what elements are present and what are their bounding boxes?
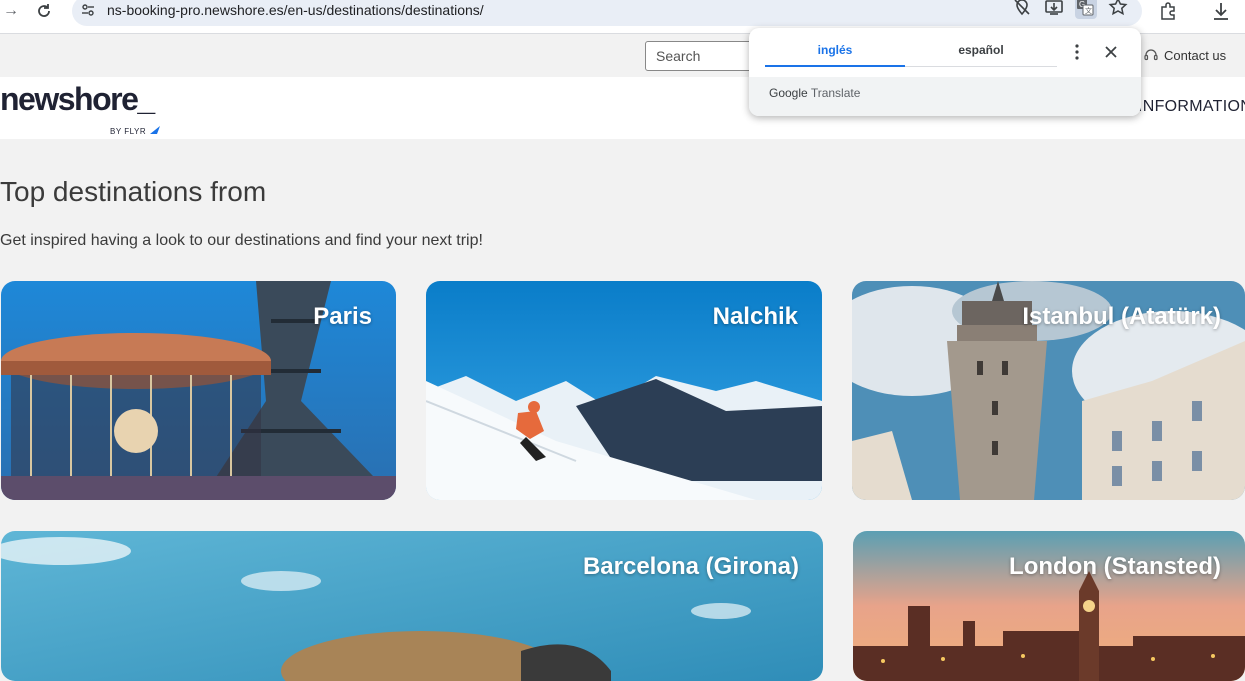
address-bar[interactable]: ns-booking-pro.newshore.es/en-us/destina… <box>72 0 1142 26</box>
destination-name-barcelona: Barcelona (Girona) <box>582 553 799 580</box>
extensions-icon[interactable] <box>1158 1 1180 23</box>
destination-card-nalchik[interactable]: Nalchik <box>426 281 822 500</box>
translate-popup: inglés español Google Translate <box>749 28 1141 116</box>
flyr-wing-icon <box>149 126 160 134</box>
site-search[interactable] <box>645 41 765 71</box>
logo-text: newshore_ <box>0 81 155 117</box>
url-text[interactable]: ns-booking-pro.newshore.es/en-us/destina… <box>107 2 484 18</box>
newshore-logo[interactable]: newshore_ BY FLYR <box>0 81 160 136</box>
logo-subtext-label: BY FLYR <box>110 127 147 136</box>
location-off-icon[interactable] <box>1012 0 1034 19</box>
destination-name-istanbul: Istanbul (Atatürk) <box>1022 303 1221 330</box>
svg-text:文: 文 <box>1085 6 1092 15</box>
destination-name-nalchik: Nalchik <box>712 303 798 330</box>
logo-subtext: BY FLYR <box>110 125 161 136</box>
tab-target-language[interactable]: español <box>911 36 1051 67</box>
destination-card-istanbul[interactable]: Istanbul (Atatürk) <box>852 281 1245 500</box>
destination-name-london: London (Stansted) <box>1009 553 1221 580</box>
bookmark-star-icon[interactable] <box>1108 0 1130 19</box>
translate-language-tabs: inglés español <box>765 36 1057 67</box>
translate-footer: Google Translate <box>749 77 1141 116</box>
contact-us-link[interactable]: Contact us <box>1143 47 1226 63</box>
google-translate-brand: Google Translate <box>769 86 860 100</box>
reload-icon[interactable] <box>33 0 55 22</box>
contact-us-label: Contact us <box>1164 47 1227 63</box>
search-input[interactable] <box>646 42 764 70</box>
destination-name-paris: Paris <box>313 303 372 330</box>
translate-icon[interactable]: G文 <box>1075 0 1097 19</box>
tab-source-language[interactable]: inglés <box>765 36 905 67</box>
install-app-icon[interactable] <box>1044 0 1066 19</box>
downloads-icon[interactable] <box>1211 1 1233 23</box>
forward-icon[interactable]: → <box>0 0 22 22</box>
destination-card-barcelona[interactable]: Barcelona (Girona) <box>1 531 823 681</box>
destination-card-paris[interactable]: Paris <box>1 281 396 500</box>
google-wordmark: Google <box>769 86 808 100</box>
headset-icon <box>1144 49 1158 61</box>
page-subtitle: Get inspired having a look to our destin… <box>0 232 483 249</box>
nav-information[interactable]: INFORMATION <box>1138 98 1245 116</box>
destination-card-london[interactable]: London (Stansted) <box>853 531 1245 681</box>
page-title: Top destinations from <box>0 176 267 207</box>
site-info-icon[interactable] <box>80 2 96 23</box>
more-options-icon[interactable] <box>1067 42 1087 62</box>
translate-wordmark: Translate <box>810 86 861 100</box>
close-icon[interactable] <box>1101 42 1121 62</box>
